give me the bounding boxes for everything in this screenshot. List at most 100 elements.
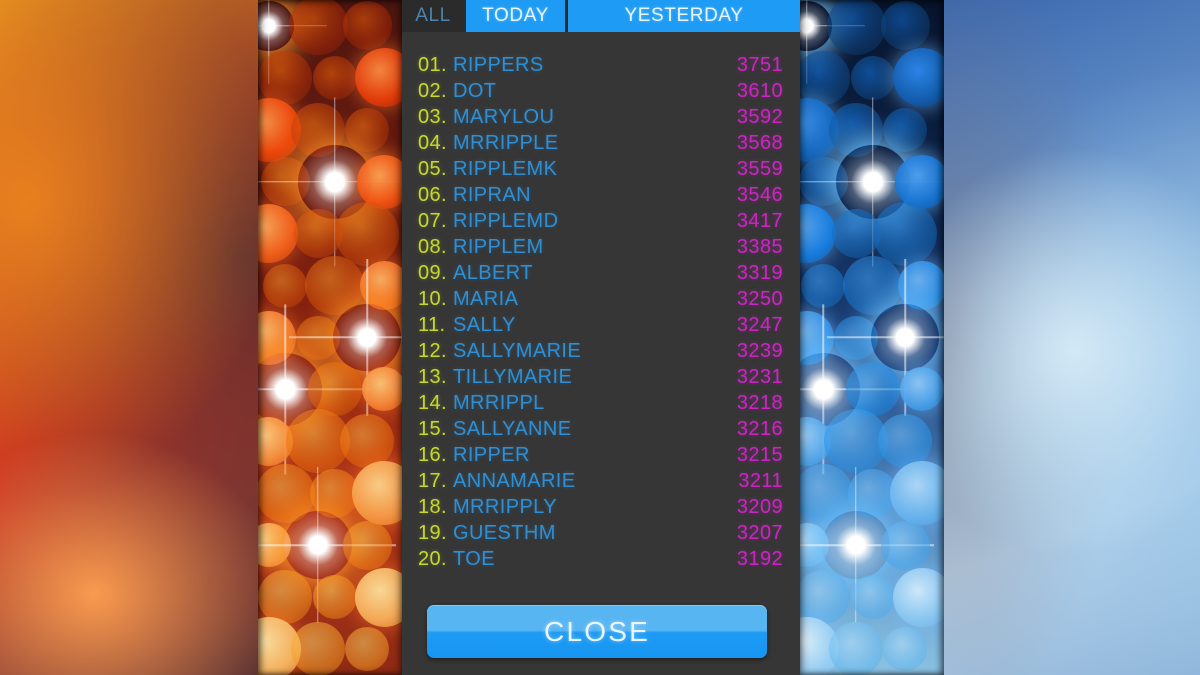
bokeh-dot xyxy=(263,263,308,308)
row-player-name: RIPRAN xyxy=(453,184,531,206)
row-score: 3216 xyxy=(736,418,783,440)
bokeh-dot xyxy=(880,520,930,570)
row-player-name: MARYLOU xyxy=(453,106,555,128)
row-score: 3215 xyxy=(736,444,783,466)
bokeh-dot xyxy=(873,201,938,266)
highscore-row: 10. MARIA 3250 xyxy=(402,286,800,312)
bokeh-flare xyxy=(871,303,940,372)
background-left-glow xyxy=(0,0,262,675)
tab-yesterday[interactable]: YESTERDAY xyxy=(568,0,800,32)
bokeh-dot xyxy=(796,570,851,625)
bokeh-dot xyxy=(312,55,357,100)
highscore-row: 18. MRRIPPLY 3209 xyxy=(402,494,800,520)
highscore-list: 01. RIPPERS 3751 02. DOT 3610 03. MARYLOU 3592 04… xyxy=(402,52,800,572)
highscore-row: 01. RIPPERS 3751 xyxy=(402,52,800,78)
bokeh-dot xyxy=(900,367,944,412)
highscore-row: 13. TILLYMARIE 3231 xyxy=(402,364,800,390)
highscore-row: 14. MRRIPPL 3218 xyxy=(402,390,800,416)
highscore-row: 02. DOT 3610 xyxy=(402,78,800,104)
highscore-row: 17. ANNAMARIE 3211 xyxy=(402,468,800,494)
row-score: 3319 xyxy=(736,262,783,284)
bokeh-dot xyxy=(312,575,357,620)
bokeh-strip-left xyxy=(258,0,406,675)
row-score: 3610 xyxy=(736,80,783,102)
bokeh-dot xyxy=(258,204,299,264)
tab-bar: ALL TODAY YESTERDAY xyxy=(402,0,800,32)
row-score: 3192 xyxy=(736,548,783,570)
row-score: 3211 xyxy=(738,470,783,492)
bokeh-dot xyxy=(342,1,392,51)
row-score: 3751 xyxy=(736,54,783,76)
row-player-name: TOE xyxy=(453,548,495,570)
row-score: 3559 xyxy=(736,158,783,180)
highscore-row: 06. RIPRAN 3546 xyxy=(402,182,800,208)
highscore-row: 04. MRRIPPLE 3568 xyxy=(402,130,800,156)
bokeh-flare xyxy=(822,511,890,580)
bokeh-dot xyxy=(883,107,928,152)
bokeh-dot xyxy=(878,414,933,469)
bokeh-dot xyxy=(850,575,895,620)
row-score: 3568 xyxy=(736,132,783,154)
row-player-name: RIPPLEM xyxy=(453,236,544,258)
bokeh-dot xyxy=(362,367,406,412)
bokeh-dot xyxy=(892,48,944,108)
row-score: 3239 xyxy=(736,340,783,362)
bokeh-dot xyxy=(307,362,362,417)
row-score: 3417 xyxy=(736,210,783,232)
highscore-row: 03. MARYLOU 3592 xyxy=(402,104,800,130)
row-player-name: RIPPLEMD xyxy=(453,210,559,232)
bokeh-dot xyxy=(883,627,928,672)
tab-today[interactable]: TODAY xyxy=(466,0,565,32)
bokeh-dot xyxy=(354,567,406,627)
bokeh-dot xyxy=(850,55,895,100)
bokeh-dot xyxy=(845,362,900,417)
bokeh-flare xyxy=(284,511,352,580)
row-player-name: RIPPERS xyxy=(453,54,544,76)
row-player-name: RIPPLEMK xyxy=(453,158,558,180)
row-score: 3592 xyxy=(736,106,783,128)
row-player-name: SALLY xyxy=(453,314,516,336)
bokeh-dot xyxy=(345,107,390,152)
row-score: 3209 xyxy=(736,496,783,518)
highscore-row: 12. SALLYMARIE 3239 xyxy=(402,338,800,364)
row-score: 3207 xyxy=(736,522,783,544)
row-score: 3247 xyxy=(736,314,783,336)
highscore-row: 16. RIPPER 3215 xyxy=(402,442,800,468)
bokeh-dot xyxy=(801,263,846,308)
row-player-name: RIPPER xyxy=(453,444,530,466)
row-score: 3218 xyxy=(736,392,783,414)
bokeh-dot xyxy=(258,570,313,625)
row-player-name: MARIA xyxy=(453,288,519,310)
bokeh-dot xyxy=(288,0,348,56)
highscore-row: 11. SALLY 3247 xyxy=(402,312,800,338)
highscore-row: 07. RIPPLEMD 3417 xyxy=(402,208,800,234)
close-button[interactable]: CLOSE xyxy=(427,605,767,658)
bokeh-dot xyxy=(880,1,930,51)
row-player-name: MRRIPPLE xyxy=(453,132,559,154)
row-score: 3385 xyxy=(736,236,783,258)
tab-all[interactable]: ALL xyxy=(402,0,464,32)
row-score: 3250 xyxy=(736,288,783,310)
highscore-row: 19. GUESTHM 3207 xyxy=(402,520,800,546)
bokeh-dot xyxy=(342,520,392,570)
bokeh-flare xyxy=(333,303,402,372)
screen: ALL TODAY YESTERDAY 01. RIPPERS 3751 02. DOT 36… xyxy=(0,0,1200,675)
row-player-name: ANNAMARIE xyxy=(453,470,576,492)
bokeh-dot xyxy=(340,414,395,469)
bokeh-dot xyxy=(354,48,406,108)
bokeh-dot xyxy=(357,154,406,209)
highscore-row: 15. SALLYANNE 3216 xyxy=(402,416,800,442)
bokeh-dot xyxy=(826,0,886,56)
row-player-name: MRRIPPL xyxy=(453,392,545,414)
bokeh-dot xyxy=(892,567,944,627)
row-player-name: MRRIPPLY xyxy=(453,496,557,518)
bokeh-dot xyxy=(335,201,400,266)
bokeh-dot xyxy=(352,461,406,526)
bokeh-dot xyxy=(829,622,883,675)
bokeh-strip-right xyxy=(796,0,944,675)
row-score: 3231 xyxy=(736,366,783,388)
highscore-row: 08. RIPPLEM 3385 xyxy=(402,234,800,260)
highscore-row: 09. ALBERT 3319 xyxy=(402,260,800,286)
bokeh-dot xyxy=(796,50,851,105)
bokeh-dot xyxy=(345,627,390,672)
